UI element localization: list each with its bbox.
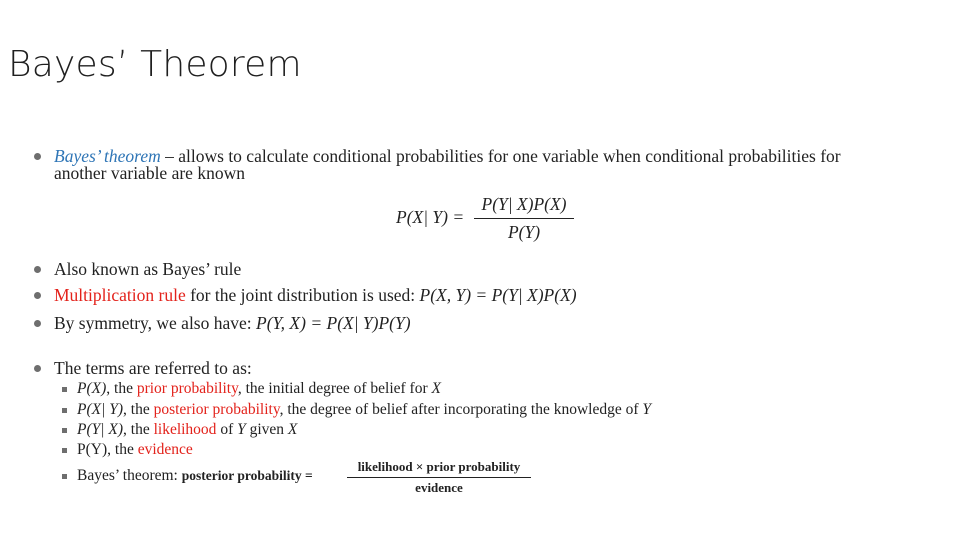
term-multiplication-rule: Multiplication rule xyxy=(54,285,186,305)
bullet-text: By symmetry, we also have: xyxy=(54,313,257,333)
bullet-dot xyxy=(34,153,41,160)
bullet-text: – allows to calculate conditional probab… xyxy=(160,146,841,166)
math-y: Y xyxy=(237,421,246,438)
word-denominator: evidence xyxy=(415,480,463,495)
sub-bayes-formula: Bayes’ theorem: posterior probability = xyxy=(77,467,313,485)
sub-bullet-square xyxy=(62,387,67,392)
bullet-dot xyxy=(34,292,41,299)
sub-bullet-square xyxy=(62,408,67,413)
math-joint: P(X, Y) = P(Y| X)P(X) xyxy=(419,285,577,305)
sub-prior: P(X), the prior probability, the initial… xyxy=(77,380,441,398)
text: Bayes’ theorem: xyxy=(77,467,182,484)
math-px: P(X) xyxy=(77,380,107,397)
text: , the xyxy=(123,421,154,438)
bullet-bayes-theorem-line2: another variable are known xyxy=(54,163,245,183)
bullet-multiplication-rule: Multiplication rule for the joint distri… xyxy=(54,285,577,305)
bullet-dot xyxy=(34,365,41,372)
math-y: Y xyxy=(642,401,651,418)
fraction-bar xyxy=(474,218,574,219)
formula-numerator: P(Y| X)P(X) xyxy=(481,194,567,214)
text: , the xyxy=(123,401,154,418)
text: P(Y), the xyxy=(77,441,138,458)
formula-fraction: P(Y| X)P(X) P(Y) xyxy=(474,194,574,243)
sub-bullet-square xyxy=(62,448,67,453)
math-x: X xyxy=(431,380,441,397)
sub-bullet-square xyxy=(62,474,67,479)
slide-title: Bayes’ Theorem xyxy=(8,44,302,85)
formula-lhs: P(X| Y) = xyxy=(396,207,465,227)
bullet-dot xyxy=(34,266,41,273)
bullet-symmetry: By symmetry, we also have: P(Y, X) = P(X… xyxy=(54,313,411,333)
sub-evidence: P(Y), the evidence xyxy=(77,441,193,459)
term-posterior: posterior probability xyxy=(153,401,280,418)
text: given xyxy=(245,421,288,438)
sub-posterior: P(X| Y), the posterior probability, the … xyxy=(77,401,651,419)
text: , the initial degree of belief for xyxy=(237,380,432,397)
math-x: X xyxy=(287,421,298,438)
bullet-text: for the joint distribution is used: xyxy=(185,285,420,305)
sub-bullet-square xyxy=(62,428,67,433)
math-pyx: P(Y| X) xyxy=(77,421,124,438)
word-numerator: likelihood × prior probability xyxy=(357,459,521,474)
term-prior: prior probability xyxy=(136,380,238,397)
term-evidence: evidence xyxy=(137,441,193,458)
math-symmetry: P(Y, X) = P(X| Y)P(Y) xyxy=(256,313,411,333)
fraction-bar xyxy=(347,477,531,478)
formula-lhs-words: posterior probability = xyxy=(181,468,313,483)
bullet-terms: The terms are referred to as: xyxy=(54,358,252,378)
bullet-also-known: Also known as Bayes’ rule xyxy=(54,259,242,279)
word-fraction: likelihood × prior probability evidence xyxy=(347,459,531,496)
text: , the xyxy=(106,380,137,397)
term-likelihood: likelihood xyxy=(153,421,217,438)
math-pxy: P(X| Y) xyxy=(77,401,124,418)
formula-denominator: P(Y) xyxy=(507,222,541,242)
text: , the degree of belief after incorporati… xyxy=(279,401,643,418)
text: of xyxy=(216,421,238,438)
sub-likelihood: P(Y| X), the likelihood of Y given X xyxy=(77,421,297,439)
bullet-dot xyxy=(34,320,41,327)
